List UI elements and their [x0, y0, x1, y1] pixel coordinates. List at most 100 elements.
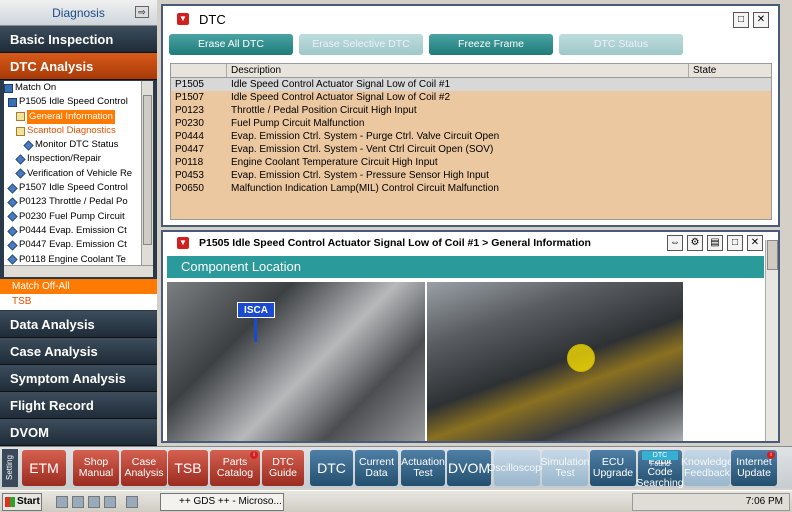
diamond-icon [7, 254, 18, 265]
close-icon[interactable]: ✕ [753, 12, 769, 28]
cell-code: P0444 [175, 131, 204, 142]
table-row[interactable]: P1507 Idle Speed Control Actuator Signal … [171, 91, 771, 104]
info-vertical-scrollbar[interactable] [765, 240, 778, 441]
engine-bay-photo [427, 282, 683, 441]
toolbar-button-label: ECU Upgrade [592, 456, 634, 479]
tree-item[interactable]: Match On [4, 81, 141, 95]
toolbar-simulation-test-button[interactable]: Simulation Test [540, 450, 590, 486]
tree-item[interactable]: P0444 Evap. Emission Ct [4, 224, 141, 238]
table-row[interactable]: P0447 Evap. Emission Ctrl. System - Vent … [171, 143, 771, 156]
toolbar-fault-code-searching-button[interactable]: DTC FoundFault Code Searching [636, 450, 684, 488]
diamond-icon [15, 168, 26, 180]
nav-data-analysis[interactable]: Data Analysis [0, 311, 157, 338]
match-off-all-item[interactable]: Match Off-All [0, 279, 157, 294]
panel-menu-icon[interactable]: ▼ [177, 237, 189, 249]
dtc-panel-header: ▼ DTC [163, 6, 778, 32]
taskbar-gds-window[interactable]: ++ GDS ++ - Microso... [160, 493, 284, 511]
restore-icon[interactable]: □ [727, 235, 743, 251]
table-row[interactable]: P0453 Evap. Emission Ctrl. System - Press… [171, 169, 771, 182]
tree-item[interactable]: P0123 Throttle / Pedal Po [4, 195, 141, 209]
toolbar-shop-manual-button[interactable]: Shop Manual [73, 450, 119, 486]
erase-selective-dtc-button[interactable]: Erase Selective DTC [299, 34, 423, 55]
cell-code: P1505 [175, 79, 204, 90]
expand-icon[interactable]: ⇔ [667, 235, 683, 251]
cell-description: Fuel Pump Circuit Malfunction [231, 118, 365, 129]
bottom-toolbar: Setting ETM Shop Manual Case Analysis TSB i P… [0, 446, 792, 488]
tree-item[interactable]: Inspection/Repair [4, 152, 141, 166]
toolbar-button-label: DVOM [448, 459, 490, 476]
toolbar-dtc-guide-button[interactable]: DTC Guide [262, 450, 304, 486]
freeze-frame-button[interactable]: Freeze Frame [429, 34, 553, 55]
cell-description: Evap. Emission Ctrl. System - Vent Ctrl … [231, 144, 494, 155]
tree-item[interactable]: Verification of Vehicle Re [4, 167, 141, 181]
tree-item-label: P0230 Fuel Pump Circuit [19, 210, 125, 222]
dtc-panel-title: DTC [199, 11, 226, 27]
start-button[interactable]: Start [2, 493, 42, 511]
tree-item-label: P1505 Idle Speed Control [19, 96, 128, 108]
table-row[interactable]: P0118 Engine Coolant Temperature Circuit … [171, 156, 771, 169]
erase-all-dtc-button[interactable]: Erase All DTC [169, 34, 293, 55]
tree-item-label: Verification of Vehicle Re [27, 167, 133, 179]
document-icon [16, 112, 25, 122]
dtc-panel: ▼ DTC □ ✕ Erase All DTC Erase Selective D… [161, 4, 780, 227]
nav-flight-record[interactable]: Flight Record [0, 392, 157, 419]
tree-horizontal-scrollbar[interactable] [4, 265, 153, 277]
table-row[interactable]: P1505 Idle Speed Control Actuator Signal … [171, 78, 771, 91]
toolbar-button-label: DTC Guide [268, 456, 298, 479]
tree-item[interactable]: P1507 Idle Speed Control [4, 181, 141, 195]
toolbar-dtc-button[interactable]: DTC [310, 450, 353, 486]
toolbar-current-data-button[interactable]: Current Data [355, 450, 398, 486]
cell-description: Evap. Emission Ctrl. System - Pressure S… [231, 170, 489, 181]
toolbar-dvom-button[interactable]: DVOM [447, 450, 491, 486]
nav-symptom-analysis[interactable]: Symptom Analysis [0, 365, 157, 392]
tree-item[interactable]: General Information [4, 109, 141, 124]
toolbar-case-analysis-button[interactable]: Case Analysis [121, 450, 167, 486]
toolbar-knowledge-feedback-button[interactable]: Knowledge Feedback [681, 450, 733, 486]
collapse-arrow-icon[interactable]: ⇨ [135, 6, 149, 18]
quicklaunch-app-icon[interactable] [126, 496, 138, 508]
tree-item-label: General Information [27, 109, 115, 124]
table-row[interactable]: P0650 Malfunction Indication Lamp(MIL) Co… [171, 182, 771, 195]
tree-item-label: P0123 Throttle / Pedal Po [19, 196, 128, 208]
nav-basic-inspection[interactable]: Basic Inspection [0, 26, 157, 53]
toolbar-tsb-button[interactable]: TSB [168, 450, 208, 486]
tree-item-label: Match On [15, 82, 57, 93]
table-row[interactable]: P0123 Throttle / Pedal Position Circuit H… [171, 104, 771, 117]
print-icon[interactable]: ▤ [707, 235, 723, 251]
setting-tab[interactable]: Setting [2, 449, 18, 487]
close-icon[interactable]: ✕ [747, 235, 763, 251]
tsb-tree-item[interactable]: TSB [0, 294, 157, 310]
toolbar-oscilloscope-button[interactable]: Oscilloscope [487, 450, 547, 486]
toolbar-etm-button[interactable]: ETM [22, 450, 66, 486]
tree-item[interactable]: P0230 Fuel Pump Circuit [4, 210, 141, 224]
diamond-icon [23, 140, 34, 151]
toolbar-parts-catalog-button[interactable]: i Parts Catalog [210, 450, 260, 486]
tree-item[interactable]: P0447 Evap. Emission Ct [4, 238, 141, 252]
diagnosis-header[interactable]: Diagnosis ⇨ [0, 0, 157, 26]
tree-item[interactable]: Scantool Diagnostics [4, 124, 141, 138]
quicklaunch-browser-icon[interactable] [56, 496, 68, 508]
nav-case-analysis[interactable]: Case Analysis [0, 338, 157, 365]
document-icon [16, 126, 25, 136]
table-row[interactable]: P0444 Evap. Emission Ctrl. System - Purge… [171, 130, 771, 143]
quicklaunch-folder-icon[interactable] [88, 496, 100, 508]
toolbar-actuation-test-button[interactable]: Actuation Test [401, 450, 445, 486]
quicklaunch-media-icon[interactable] [104, 496, 116, 508]
table-row[interactable]: P0230 Fuel Pump Circuit Malfunction [171, 117, 771, 130]
nav-dvom[interactable]: DVOM [0, 419, 157, 446]
tree-vertical-scrollbar[interactable] [141, 81, 153, 265]
quicklaunch-ie-icon[interactable] [72, 496, 84, 508]
dtc-status-button[interactable]: DTC Status [559, 34, 683, 55]
tree-item[interactable]: Monitor DTC Status [4, 138, 141, 152]
settings-icon[interactable]: ⚙ [687, 235, 703, 251]
panel-menu-icon[interactable]: ▼ [177, 13, 189, 25]
nav-dtc-analysis[interactable]: DTC Analysis [0, 53, 157, 80]
tree-item[interactable]: P0118 Engine Coolant Te [4, 253, 141, 265]
toolbar-internet-update-button[interactable]: i Internet Update [731, 450, 777, 486]
tree-item[interactable]: P1505 Idle Speed Control [4, 95, 141, 109]
toolbar-button-label: Parts Catalog [216, 456, 254, 479]
tree-item-label: P0118 Engine Coolant Te [19, 253, 126, 265]
cell-description: Evap. Emission Ctrl. System - Purge Ctrl… [231, 131, 500, 142]
restore-icon[interactable]: □ [733, 12, 749, 28]
toolbar-ecu-upgrade-button[interactable]: ECU Upgrade [590, 450, 636, 486]
